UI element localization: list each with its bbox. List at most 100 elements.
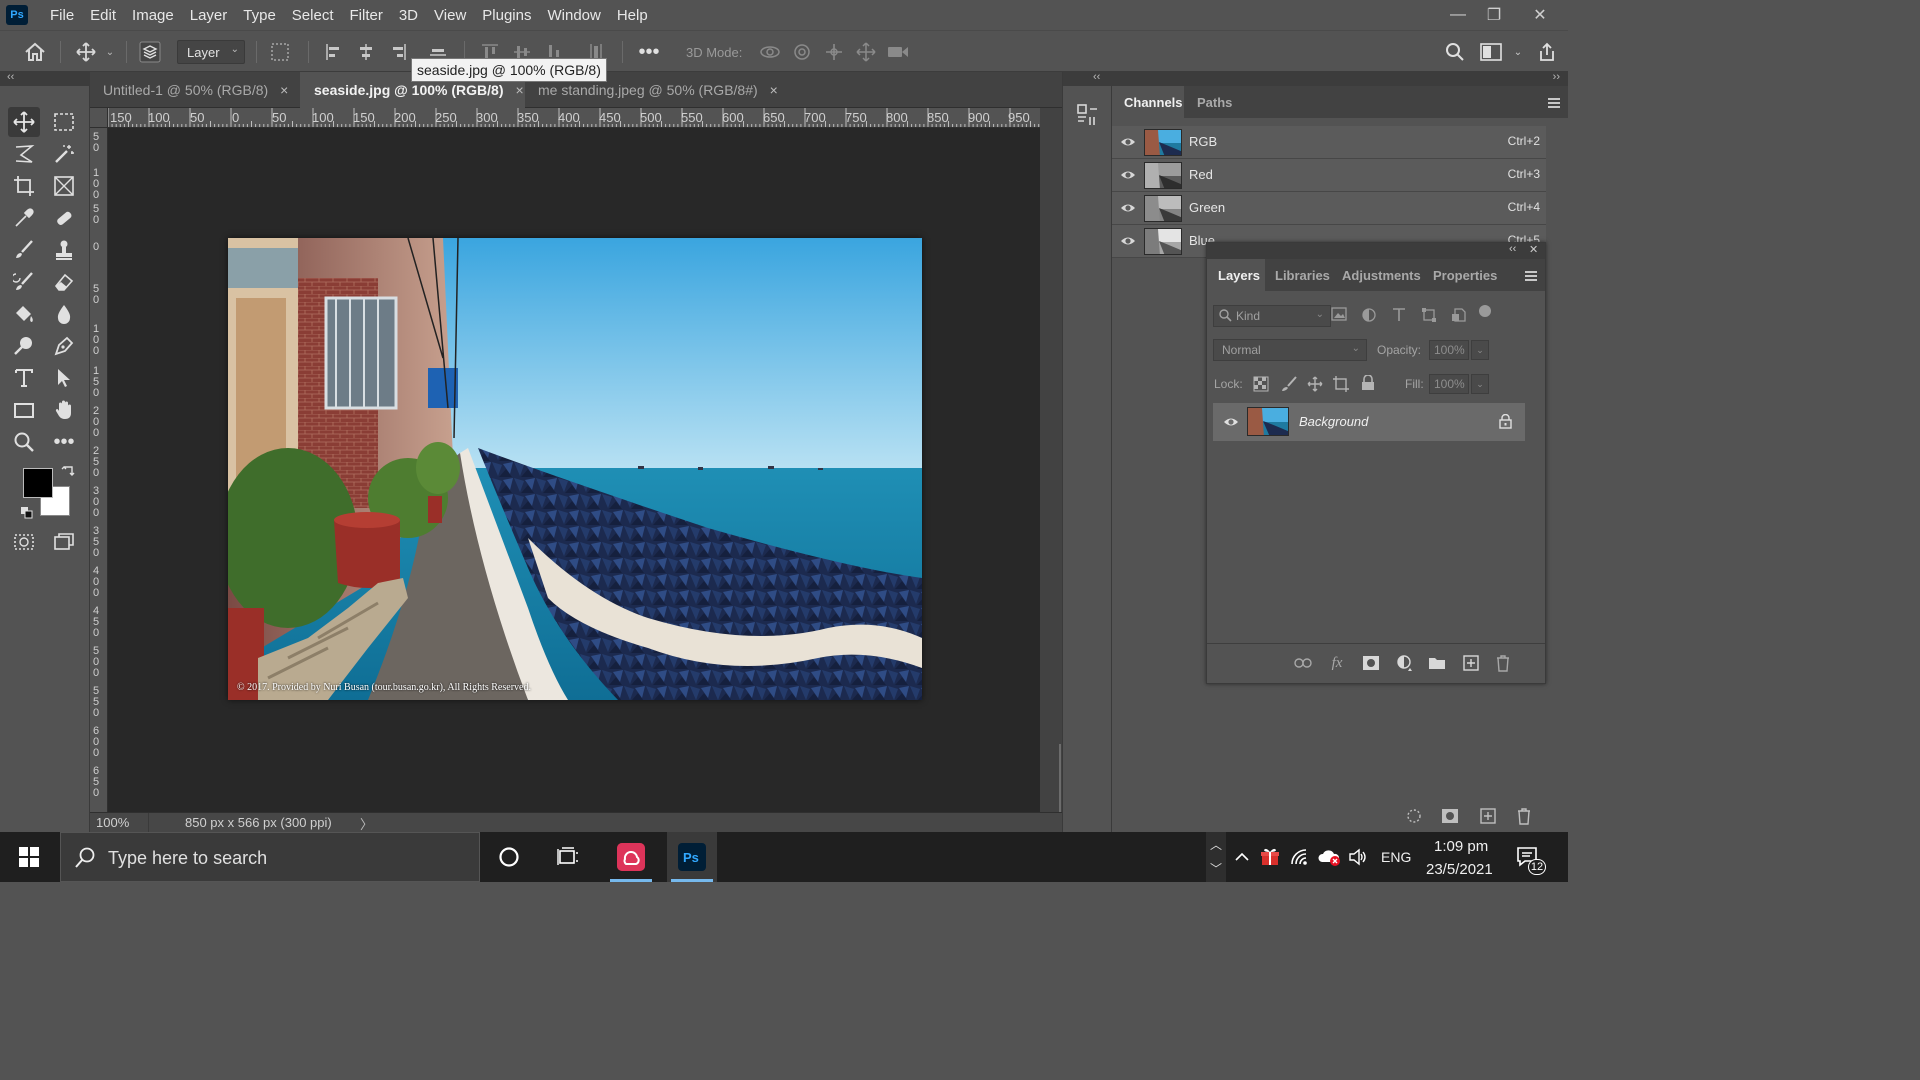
- onedrive-error-icon[interactable]: [1314, 832, 1344, 882]
- layer-style-fx-icon[interactable]: fx: [1327, 654, 1347, 672]
- filter-adjustment-layers-icon[interactable]: [1361, 307, 1383, 327]
- menu-layer[interactable]: Layer: [182, 0, 236, 30]
- workspace-icon[interactable]: [1476, 31, 1506, 73]
- add-layer-mask-icon[interactable]: [1361, 654, 1381, 672]
- filter-smart-objects-icon[interactable]: [1451, 307, 1473, 327]
- eraser-tool-icon[interactable]: [48, 267, 80, 297]
- channel-row-green[interactable]: Green Ctrl+4: [1112, 192, 1546, 225]
- horizontal-ruler[interactable]: 150 100 50 0 50 100 150 200 250 300 350 …: [108, 108, 1040, 128]
- channel-row-red[interactable]: Red Ctrl+3: [1112, 159, 1546, 192]
- move-tool-icon[interactable]: [8, 107, 40, 137]
- load-channel-as-selection-icon[interactable]: [1404, 806, 1424, 826]
- restore-button[interactable]: ❐: [1476, 0, 1512, 30]
- new-channel-icon[interactable]: [1478, 806, 1498, 826]
- panel-menu-icon[interactable]: [1525, 271, 1537, 281]
- transform-controls-icon[interactable]: [266, 31, 294, 73]
- vertical-ruler[interactable]: 50 100 50 0 50 100 150 200 250 300 350 4…: [90, 128, 108, 812]
- new-adjustment-layer-icon[interactable]: [1395, 654, 1415, 672]
- 3d-camera-icon[interactable]: [884, 31, 912, 73]
- layer-filter-kind-dropdown[interactable]: Kind ⌄: [1213, 305, 1331, 327]
- visibility-eye-icon[interactable]: [1120, 167, 1136, 183]
- tab-libraries[interactable]: Libraries: [1265, 259, 1333, 291]
- history-brush-tool-icon[interactable]: [8, 267, 40, 297]
- opacity-field[interactable]: 100%: [1429, 340, 1469, 360]
- frame-tool-icon[interactable]: [48, 171, 80, 201]
- visibility-eye-icon[interactable]: [1120, 134, 1136, 150]
- volume-icon[interactable]: [1344, 832, 1372, 882]
- quick-mask-icon[interactable]: [8, 527, 40, 557]
- blur-tool-icon[interactable]: [48, 299, 80, 329]
- wifi-icon[interactable]: [1286, 832, 1314, 882]
- canvas-area[interactable]: © 2017. Provided by Nuri Busan (tour.bus…: [108, 128, 1040, 812]
- new-group-icon[interactable]: [1427, 654, 1447, 672]
- blend-mode-dropdown[interactable]: Normal ⌄: [1213, 339, 1367, 361]
- collapse-panel-icon[interactable]: ‹‹: [1509, 243, 1516, 255]
- visibility-eye-icon[interactable]: [1120, 233, 1136, 249]
- tab-paths[interactable]: Paths: [1184, 86, 1240, 118]
- tab-properties[interactable]: Properties: [1423, 259, 1503, 291]
- chevron-up-icon[interactable]: ︿: [1210, 836, 1222, 853]
- document-image-seaside[interactable]: © 2017. Provided by Nuri Busan (tour.bus…: [228, 238, 922, 700]
- clock-time[interactable]: 1:09 pm: [1434, 838, 1488, 855]
- layer-name[interactable]: Background: [1299, 414, 1368, 429]
- clock-date[interactable]: 23/5/2021: [1426, 861, 1493, 878]
- close-window-button[interactable]: ✕: [1512, 0, 1568, 30]
- creative-cloud-app-icon[interactable]: [606, 832, 656, 882]
- search-icon[interactable]: [1440, 31, 1470, 73]
- scrollbar-thumb[interactable]: [1059, 744, 1061, 812]
- layers-panel-titlebar[interactable]: ‹‹ ✕: [1207, 243, 1545, 259]
- history-panel-icon[interactable]: [1075, 102, 1101, 128]
- menu-view[interactable]: View: [426, 0, 474, 30]
- toolbar-collapse-strip[interactable]: ‹‹: [0, 71, 90, 86]
- close-icon[interactable]: ×: [280, 82, 288, 98]
- dodge-tool-icon[interactable]: [8, 331, 40, 361]
- menu-file[interactable]: File: [42, 0, 82, 30]
- lock-transparent-pixels-icon[interactable]: [1253, 376, 1269, 392]
- menu-3d[interactable]: 3D: [391, 0, 426, 30]
- move-tool-preset-icon[interactable]: [72, 31, 100, 73]
- filter-toggle-icon[interactable]: [1479, 305, 1491, 317]
- lock-artboard-icon[interactable]: [1333, 376, 1349, 392]
- type-tool-icon[interactable]: [8, 363, 40, 393]
- zoom-level[interactable]: 100%: [96, 815, 129, 830]
- align-right-icon[interactable]: [384, 31, 412, 73]
- ruler-origin[interactable]: [90, 108, 108, 128]
- status-more-chevron-icon[interactable]: 〉: [360, 814, 373, 833]
- share-icon[interactable]: [1532, 31, 1562, 73]
- minimize-button[interactable]: —: [1440, 0, 1476, 30]
- align-left-icon[interactable]: [320, 31, 348, 73]
- tab-layers[interactable]: Layers: [1207, 259, 1265, 291]
- fill-chevron-icon[interactable]: ⌄: [1471, 374, 1489, 394]
- opacity-chevron-icon[interactable]: ⌄: [1471, 340, 1489, 360]
- new-layer-icon[interactable]: [1461, 654, 1481, 672]
- task-view-icon[interactable]: [543, 832, 593, 882]
- taskbar-search-box[interactable]: Type here to search: [60, 832, 480, 882]
- menu-plugins[interactable]: Plugins: [474, 0, 539, 30]
- align-horizontal-center-icon[interactable]: [352, 31, 380, 73]
- panel-menu-icon[interactable]: [1548, 98, 1560, 108]
- filter-pixel-layers-icon[interactable]: [1331, 307, 1353, 327]
- edit-toolbar-icon[interactable]: •••: [48, 427, 80, 457]
- close-icon[interactable]: ×: [770, 82, 778, 98]
- auto-select-layers-icon[interactable]: [136, 31, 164, 73]
- home-icon[interactable]: [20, 31, 50, 73]
- canvas-vertical-scrollbar[interactable]: [1040, 108, 1062, 812]
- visibility-eye-icon[interactable]: [1120, 200, 1136, 216]
- menu-image[interactable]: Image: [124, 0, 182, 30]
- lasso-tool-icon[interactable]: [8, 139, 40, 169]
- right-dock-collapse-strip[interactable]: ››: [1112, 71, 1568, 86]
- menu-select[interactable]: Select: [284, 0, 342, 30]
- more-options-icon[interactable]: •••: [634, 31, 664, 73]
- tab-untitled-1[interactable]: Untitled-1 @ 50% (RGB/8) ×: [90, 72, 299, 108]
- show-hidden-icons-chevron-icon[interactable]: [1228, 832, 1256, 882]
- rectangle-tool-icon[interactable]: [8, 395, 40, 425]
- zoom-tool-icon[interactable]: [8, 427, 40, 457]
- 3d-roll-icon[interactable]: [788, 31, 816, 73]
- workspace-chevron-icon[interactable]: ⌄: [1510, 31, 1526, 73]
- menu-window[interactable]: Window: [539, 0, 608, 30]
- healing-brush-tool-icon[interactable]: [48, 203, 80, 233]
- lock-image-pixels-icon[interactable]: [1281, 376, 1297, 392]
- windows-start-icon[interactable]: [4, 832, 54, 882]
- 3d-orbit-icon[interactable]: [756, 31, 784, 73]
- 3d-pan-icon[interactable]: [820, 31, 848, 73]
